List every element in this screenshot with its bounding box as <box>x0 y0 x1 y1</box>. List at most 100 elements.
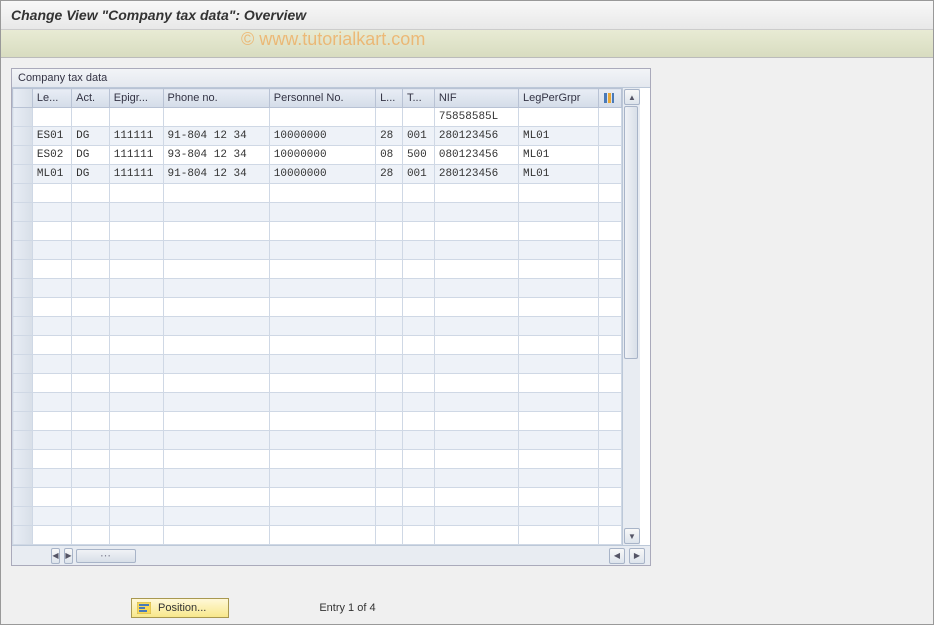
cell-personnel[interactable] <box>269 108 375 127</box>
cell-l[interactable] <box>376 108 403 127</box>
table-row[interactable] <box>13 241 622 260</box>
row-selector[interactable] <box>13 526 33 545</box>
row-selector[interactable] <box>13 298 33 317</box>
column-header-t[interactable]: T... <box>402 89 434 108</box>
table-row[interactable] <box>13 412 622 431</box>
column-header-personnel[interactable]: Personnel No. <box>269 89 375 108</box>
table-row[interactable]: ES02DG11111193-804 12 341000000008500080… <box>13 146 622 165</box>
table-row[interactable] <box>13 374 622 393</box>
cell-nif[interactable]: 080123456 <box>434 146 518 165</box>
cell-le[interactable]: ES01 <box>32 127 71 146</box>
cell-epigr[interactable]: 111111 <box>109 127 163 146</box>
row-selector[interactable] <box>13 488 33 507</box>
position-button[interactable]: Position... <box>131 598 229 618</box>
cell-nif[interactable]: 75858585L <box>434 108 518 127</box>
vertical-scrollbar[interactable]: ▲ ▼ <box>622 88 640 545</box>
table-row[interactable] <box>13 393 622 412</box>
cell-legper[interactable]: ML01 <box>518 127 598 146</box>
cell-le[interactable] <box>32 108 71 127</box>
column-header-legper[interactable]: LegPerGrpr <box>518 89 598 108</box>
table-row[interactable] <box>13 488 622 507</box>
vscroll-track[interactable] <box>623 106 640 527</box>
scroll-left-button[interactable]: ◀ <box>51 548 60 564</box>
cell-l[interactable]: 28 <box>376 127 403 146</box>
cell-act[interactable]: DG <box>72 165 110 184</box>
row-selector[interactable] <box>13 412 33 431</box>
cell-legper[interactable]: ML01 <box>518 165 598 184</box>
table-row[interactable] <box>13 507 622 526</box>
table-row[interactable] <box>13 317 622 336</box>
row-selector[interactable] <box>13 260 33 279</box>
horizontal-scrollbar[interactable]: ◀ ▶ ⋯ ◀ ▶ <box>12 545 650 565</box>
cell-phone[interactable]: 91-804 12 34 <box>163 165 269 184</box>
hscroll-thumb[interactable]: ⋯ <box>76 549 136 563</box>
row-selector[interactable] <box>13 355 33 374</box>
row-selector[interactable] <box>13 450 33 469</box>
table-row[interactable] <box>13 336 622 355</box>
row-selector[interactable] <box>13 203 33 222</box>
vscroll-thumb[interactable] <box>624 106 638 359</box>
row-selector[interactable] <box>13 127 33 146</box>
cell-legper[interactable]: ML01 <box>518 146 598 165</box>
cell-act[interactable]: DG <box>72 146 110 165</box>
cell-end[interactable] <box>598 108 621 127</box>
cell-end[interactable] <box>598 146 621 165</box>
cell-t[interactable]: 001 <box>402 165 434 184</box>
table-row[interactable]: 75858585L <box>13 108 622 127</box>
row-selector[interactable] <box>13 317 33 336</box>
table-settings-icon[interactable] <box>598 89 621 108</box>
table-row[interactable] <box>13 298 622 317</box>
cell-t[interactable] <box>402 108 434 127</box>
cell-end[interactable] <box>598 127 621 146</box>
hscroll-track[interactable]: ⋯ <box>76 549 606 563</box>
column-header-act[interactable]: Act. <box>72 89 110 108</box>
column-header-l[interactable]: L... <box>376 89 403 108</box>
column-header-phone[interactable]: Phone no. <box>163 89 269 108</box>
table-row[interactable] <box>13 469 622 488</box>
row-selector[interactable] <box>13 279 33 298</box>
table-row[interactable]: ML01DG11111191-804 12 341000000028001280… <box>13 165 622 184</box>
cell-personnel[interactable]: 10000000 <box>269 127 375 146</box>
table-row[interactable] <box>13 431 622 450</box>
cell-t[interactable]: 500 <box>402 146 434 165</box>
cell-nif[interactable]: 280123456 <box>434 127 518 146</box>
row-selector[interactable] <box>13 165 33 184</box>
row-selector[interactable] <box>13 241 33 260</box>
cell-l[interactable]: 28 <box>376 165 403 184</box>
cell-phone[interactable]: 91-804 12 34 <box>163 127 269 146</box>
scroll-up-button[interactable]: ▲ <box>624 89 640 105</box>
table-row[interactable]: ES01DG11111191-804 12 341000000028001280… <box>13 127 622 146</box>
cell-act[interactable]: DG <box>72 127 110 146</box>
row-selector[interactable] <box>13 393 33 412</box>
cell-phone[interactable]: 93-804 12 34 <box>163 146 269 165</box>
row-selector[interactable] <box>13 507 33 526</box>
cell-epigr[interactable] <box>109 108 163 127</box>
row-selector[interactable] <box>13 431 33 450</box>
scroll-right-button-1[interactable]: ▶ <box>64 548 73 564</box>
cell-end[interactable] <box>598 165 621 184</box>
row-selector[interactable] <box>13 146 33 165</box>
cell-legper[interactable] <box>518 108 598 127</box>
row-selector[interactable] <box>13 469 33 488</box>
table-row[interactable] <box>13 450 622 469</box>
cell-personnel[interactable]: 10000000 <box>269 146 375 165</box>
scroll-down-button[interactable]: ▼ <box>624 528 640 544</box>
table-row[interactable] <box>13 279 622 298</box>
row-selector[interactable] <box>13 222 33 241</box>
select-all-handle[interactable] <box>13 89 33 108</box>
cell-act[interactable] <box>72 108 110 127</box>
table-row[interactable] <box>13 355 622 374</box>
row-selector[interactable] <box>13 336 33 355</box>
scroll-right-button-2[interactable]: ▶ <box>629 548 645 564</box>
cell-epigr[interactable]: 111111 <box>109 165 163 184</box>
cell-nif[interactable]: 280123456 <box>434 165 518 184</box>
scroll-left-button-2[interactable]: ◀ <box>609 548 625 564</box>
cell-phone[interactable] <box>163 108 269 127</box>
row-selector[interactable] <box>13 374 33 393</box>
cell-le[interactable]: ML01 <box>32 165 71 184</box>
table-row[interactable] <box>13 260 622 279</box>
column-header-le[interactable]: Le... <box>32 89 71 108</box>
column-header-nif[interactable]: NIF <box>434 89 518 108</box>
table-row[interactable] <box>13 526 622 545</box>
row-selector[interactable] <box>13 184 33 203</box>
